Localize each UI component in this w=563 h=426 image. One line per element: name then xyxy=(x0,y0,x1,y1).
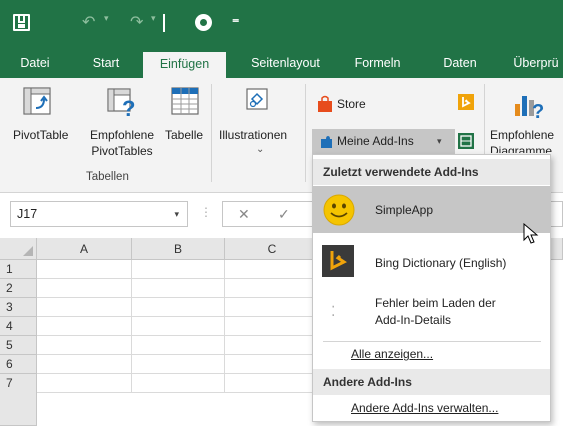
cell[interactable] xyxy=(37,279,132,298)
ribbon-separator xyxy=(305,84,306,182)
cell[interactable] xyxy=(132,260,225,279)
cell[interactable] xyxy=(225,298,320,317)
illustrations-icon xyxy=(246,88,268,110)
cell[interactable] xyxy=(132,279,225,298)
cell[interactable] xyxy=(132,317,225,336)
customize-quick-access-icon[interactable]: ₌ xyxy=(232,10,239,27)
confirm-icon[interactable]: ✓ xyxy=(278,206,290,223)
addin-item-simpleapp[interactable]: SimpleApp xyxy=(313,186,550,233)
row-header[interactable]: 6 xyxy=(0,355,37,374)
tab-einfuegen[interactable]: Einfügen xyxy=(143,52,226,78)
people-graph-icon[interactable] xyxy=(458,133,474,149)
meine-addins-label: Meine Add-Ins xyxy=(337,134,414,148)
cell[interactable] xyxy=(225,260,320,279)
cell[interactable] xyxy=(132,355,225,374)
recent-addins-header: Zuletzt verwendete Add-Ins xyxy=(313,159,550,185)
show-all-link[interactable]: Alle anzeigen... xyxy=(351,347,433,361)
menu-separator xyxy=(323,341,541,342)
loading-spinner-icon: ⁚ xyxy=(331,303,336,319)
meine-addins-button[interactable]: Meine Add-Ins ▾ xyxy=(312,129,455,154)
cell[interactable] xyxy=(37,260,132,279)
illustrationen-chevron-icon: ⌄ xyxy=(256,144,265,155)
empfohlene-pivottables-label-line2: PivotTables xyxy=(91,144,153,158)
redo-icon[interactable]: ↷ xyxy=(130,12,143,32)
row-header[interactable]: 7 xyxy=(0,374,37,426)
row-header[interactable]: 4 xyxy=(0,317,37,336)
tab-seitenlayout[interactable]: Seitenlayout xyxy=(238,48,333,78)
cell[interactable] xyxy=(225,374,320,393)
row-header[interactable]: 1 xyxy=(0,260,37,279)
cancel-icon[interactable]: ✕ xyxy=(238,206,250,223)
column-header[interactable]: A xyxy=(37,238,132,260)
cell[interactable] xyxy=(132,374,225,393)
tab-start[interactable]: Start xyxy=(82,48,130,78)
addin-label-line2: Add-In-Details xyxy=(375,313,452,327)
tab-formeln[interactable]: Formeln xyxy=(350,48,405,78)
tab-ueberpruefen[interactable]: Überprü xyxy=(506,48,563,78)
row-header[interactable]: 2 xyxy=(0,279,37,298)
formula-bar-grip-icon[interactable]: ⋮ xyxy=(200,205,212,219)
select-all-corner[interactable] xyxy=(0,238,37,260)
row-header[interactable]: 5 xyxy=(0,336,37,355)
column-header[interactable]: B xyxy=(132,238,225,260)
tab-daten[interactable]: Daten xyxy=(436,48,484,78)
smiley-icon xyxy=(323,194,355,226)
title-bar: ↶ ▾ ↷ ▾ ₌ xyxy=(0,0,563,48)
save-icon[interactable] xyxy=(13,14,30,31)
cell[interactable] xyxy=(37,317,132,336)
ribbon-separator xyxy=(211,84,212,182)
recommended-charts-icon: ? xyxy=(515,96,544,122)
cell[interactable] xyxy=(37,336,132,355)
other-addins-header: Andere Add-Ins xyxy=(313,369,550,395)
tab-datei[interactable]: Datei xyxy=(13,48,57,78)
addin-item-bing-dictionary[interactable]: Bing Dictionary (English) xyxy=(313,239,550,285)
ribbon-tabs: Datei Start Einfügen Seitenlayout Formel… xyxy=(0,48,563,78)
cursor-bar-icon xyxy=(163,14,165,32)
mouse-cursor-icon xyxy=(523,223,539,244)
addin-label-line1: Fehler beim Laden der xyxy=(375,296,496,310)
manage-addins-link[interactable]: Andere Add-Ins verwalten... xyxy=(351,401,498,415)
recommended-pivottables-icon: ? xyxy=(107,88,135,118)
meine-addins-chevron-icon: ▾ xyxy=(437,136,442,146)
bing-icon xyxy=(322,245,354,277)
empfohlene-diagramme-label-line2: Diagramme xyxy=(490,144,553,153)
addins-dropdown-menu: Zuletzt verwendete Add-Ins SimpleApp Bin… xyxy=(312,154,551,422)
cell[interactable] xyxy=(225,317,320,336)
cell[interactable] xyxy=(225,279,320,298)
bing-icon[interactable] xyxy=(458,94,474,110)
undo-icon[interactable]: ↶ xyxy=(82,12,95,32)
tabelle-label: Tabelle xyxy=(165,128,204,142)
cell[interactable] xyxy=(37,298,132,317)
row-header[interactable]: 3 xyxy=(0,298,37,317)
store-label: Store xyxy=(337,97,366,111)
addin-label: Bing Dictionary (English) xyxy=(375,256,507,270)
name-box-value: J17 xyxy=(17,207,38,221)
my-addins-icon xyxy=(321,136,332,148)
touch-mode-icon[interactable] xyxy=(195,14,212,31)
svg-text:?: ? xyxy=(122,96,135,118)
cell[interactable] xyxy=(37,355,132,374)
pivottable-label: PivotTable xyxy=(13,128,69,142)
empfohlene-pivottables-label-line1: Empfohlene xyxy=(89,128,155,142)
cell[interactable] xyxy=(132,298,225,317)
name-box[interactable]: J17 ▾ xyxy=(10,201,188,227)
group-tabellen-label: Tabellen xyxy=(86,171,129,183)
name-box-chevron-icon[interactable]: ▾ xyxy=(174,202,179,226)
column-header[interactable]: C xyxy=(225,238,320,260)
cell[interactable] xyxy=(225,355,320,374)
cell[interactable] xyxy=(132,336,225,355)
svg-text:?: ? xyxy=(532,101,544,122)
undo-dropdown-icon[interactable]: ▾ xyxy=(104,13,109,24)
addin-label: SimpleApp xyxy=(375,203,434,217)
addin-item-loading-error[interactable]: ⁚ Fehler beim Laden der Add-In-Details xyxy=(313,289,550,337)
table-icon xyxy=(171,87,199,115)
pivottable-icon xyxy=(23,87,51,115)
illustrationen-label: Illustrationen xyxy=(219,128,288,142)
cell[interactable] xyxy=(225,336,320,355)
store-icon xyxy=(318,95,332,112)
cell[interactable] xyxy=(37,374,132,393)
empfohlene-diagramme-label-line1: Empfohlene xyxy=(490,128,555,142)
redo-dropdown-icon[interactable]: ▾ xyxy=(151,13,156,24)
